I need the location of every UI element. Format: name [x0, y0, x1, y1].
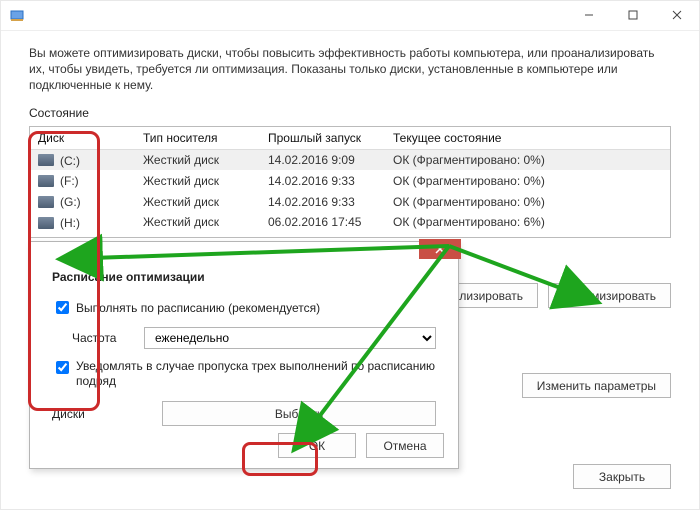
state-label: Состояние — [29, 106, 671, 120]
drive-name: (F:) — [60, 174, 79, 188]
optimize-button[interactable]: Оптимизировать — [548, 283, 671, 308]
change-params-button[interactable]: Изменить параметры — [522, 373, 671, 398]
col-drive[interactable]: Диск — [30, 127, 135, 150]
drive-status: ОК (Фрагментировано: 0%) — [385, 191, 670, 212]
notify-checkbox[interactable] — [56, 361, 69, 374]
drive-media: Жесткий диск — [135, 149, 260, 170]
drive-last: 14.02.2016 9:33 — [260, 170, 385, 191]
close-icon — [435, 244, 445, 254]
maximize-button[interactable] — [611, 1, 655, 29]
frequency-select[interactable]: еженедельно — [144, 327, 436, 349]
close-button[interactable] — [655, 1, 699, 29]
intro-text: Вы можете оптимизировать диски, чтобы по… — [29, 45, 671, 94]
drive-name: (C:) — [60, 153, 80, 167]
table-row[interactable]: (H:) Жесткий диск 06.02.2016 17:45 ОК (Ф… — [30, 212, 670, 233]
disks-label: Диски — [52, 407, 162, 421]
schedule-dialog: Расписание оптимизации Выполнять по расп… — [29, 241, 459, 469]
schedule-checkbox[interactable] — [56, 301, 69, 314]
col-last[interactable]: Прошлый запуск — [260, 127, 385, 150]
window-controls — [567, 1, 699, 31]
drive-media: Жесткий диск — [135, 212, 260, 233]
drive-icon — [38, 154, 54, 166]
frequency-label: Частота — [52, 331, 144, 345]
table-row[interactable]: (F:) Жесткий диск 14.02.2016 9:33 ОК (Фр… — [30, 170, 670, 191]
dialog-close-button[interactable] — [419, 239, 461, 259]
drive-status: ОК (Фрагментировано: 6%) — [385, 212, 670, 233]
drive-status: ОК (Фрагментировано: 0%) — [385, 170, 670, 191]
drive-icon — [38, 175, 54, 187]
table-row[interactable]: (G:) Жесткий диск 14.02.2016 9:33 ОК (Фр… — [30, 191, 670, 212]
drive-status: ОК (Фрагментировано: 0%) — [385, 149, 670, 170]
dialog-title: Расписание оптимизации — [52, 270, 436, 284]
drive-name: (H:) — [60, 216, 80, 230]
cancel-button[interactable]: Отмена — [366, 433, 444, 458]
drive-icon — [38, 196, 54, 208]
app-icon — [9, 8, 25, 24]
schedule-checkbox-label: Выполнять по расписанию (рекомендуется) — [76, 301, 320, 315]
drive-last: 14.02.2016 9:33 — [260, 191, 385, 212]
ok-button[interactable]: ОК — [278, 433, 356, 458]
col-status[interactable]: Текущее состояние — [385, 127, 670, 150]
drive-media: Жесткий диск — [135, 191, 260, 212]
close-main-button[interactable]: Закрыть — [573, 464, 671, 489]
col-media[interactable]: Тип носителя — [135, 127, 260, 150]
drive-name: (G:) — [60, 195, 81, 209]
drive-last: 14.02.2016 9:09 — [260, 149, 385, 170]
drive-media: Жесткий диск — [135, 170, 260, 191]
table-row[interactable]: (C:) Жесткий диск 14.02.2016 9:09 ОК (Фр… — [30, 149, 670, 170]
choose-disks-button[interactable]: Выбрать — [162, 401, 436, 426]
notify-label: Уведомлять в случае пропуска трех выполн… — [76, 359, 436, 389]
minimize-button[interactable] — [567, 1, 611, 29]
drive-last: 06.02.2016 17:45 — [260, 212, 385, 233]
drive-icon — [38, 217, 54, 229]
drives-table: Диск Тип носителя Прошлый запуск Текущее… — [29, 126, 671, 238]
